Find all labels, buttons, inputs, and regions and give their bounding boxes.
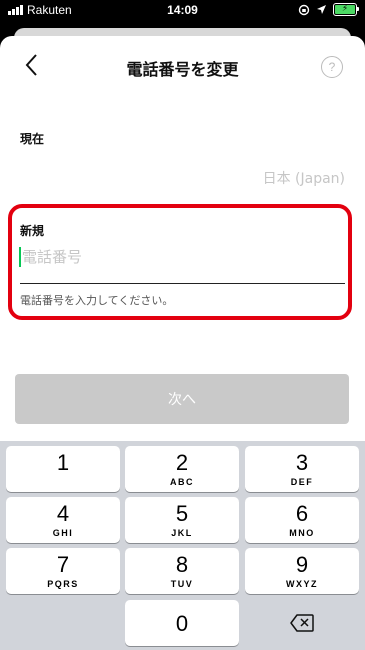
key-letters: WXYZ [286,579,318,589]
key-6[interactable]: 6 MNO [245,497,359,543]
key-number: 6 [295,501,309,526]
key-letters: TUV [170,579,194,589]
key-1[interactable]: 1 [6,446,120,492]
key-number: 2 [175,450,189,475]
text-cursor [19,247,21,267]
key-number: 9 [295,552,309,577]
key-number: 1 [56,450,70,475]
key-7[interactable]: 7 PQRS [6,548,120,594]
key-number: 3 [295,450,309,475]
country-value[interactable]: 日本 (Japan) [263,168,345,188]
key-number: 0 [175,611,189,636]
key-number: 7 [56,552,70,577]
numeric-keypad: 1 2 ABC 3 DEF 4 GHI 5 JKL 6 MNO 7 PQRS 8… [0,441,365,650]
key-4[interactable]: 4 GHI [6,497,120,543]
delete-key[interactable] [245,600,359,646]
key-2[interactable]: 2 ABC [125,446,239,492]
key-letters: ABC [170,477,194,487]
current-label: 現在 [20,132,45,146]
next-button[interactable]: 次へ [15,374,349,424]
battery-icon: ⚡ [333,3,359,16]
key-number: 4 [56,501,70,526]
help-icon[interactable]: ? [321,56,343,78]
location-icon [317,5,326,14]
key-letters: JKL [171,528,193,538]
key-9[interactable]: 9 WXYZ [245,548,359,594]
backspace-icon [290,614,314,632]
key-letters: MNO [289,528,315,538]
key-3[interactable]: 3 DEF [245,446,359,492]
key-0[interactable]: 0 [125,600,239,646]
key-8[interactable]: 8 TUV [125,548,239,594]
phone-number-input[interactable] [22,244,342,270]
new-label: 新規 [20,224,45,238]
change-phone-sheet: 電話番号を変更 ? 現在 日本 (Japan) 新規 電話番号を入力してください… [0,36,365,441]
key-letters: DEF [290,477,314,487]
status-icons: ⚡ [298,3,359,16]
input-hint: 電話番号を入力してください。 [20,294,174,307]
status-bar: Rakuten 14:09 ⚡ [0,0,365,22]
key-letters: GHI [52,528,74,538]
key-letters: PQRS [47,579,79,589]
orientation-lock-icon [298,4,310,15]
key-number: 8 [175,552,189,577]
key-5[interactable]: 5 JKL [125,497,239,543]
page-title: 電話番号を変更 [126,60,239,79]
key-number: 5 [175,501,189,526]
nav-bar: 電話番号を変更 ? [0,36,365,96]
input-underline [20,283,345,284]
